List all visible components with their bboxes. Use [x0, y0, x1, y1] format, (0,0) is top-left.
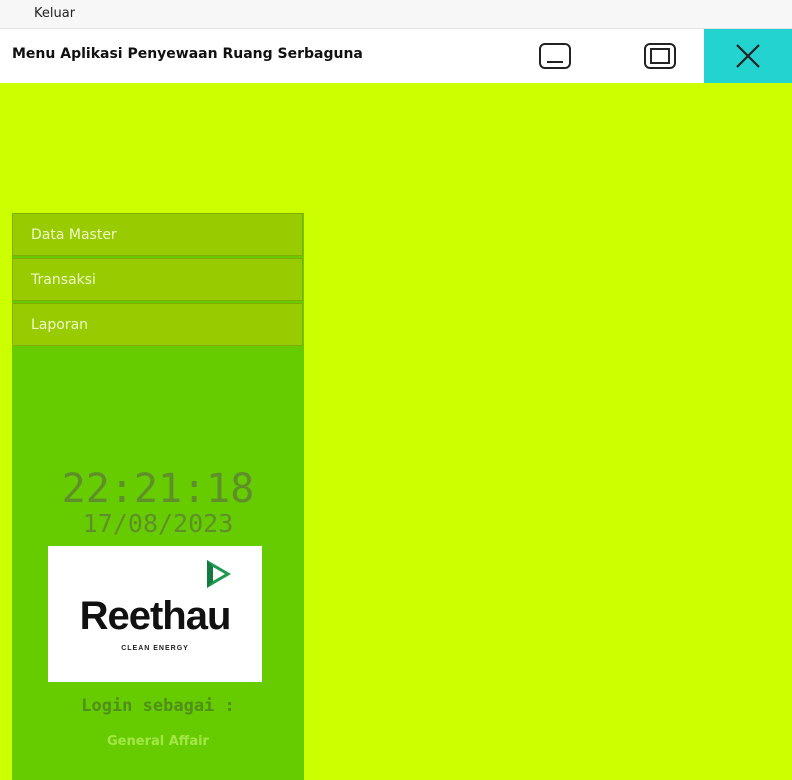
clock-time: 22:21:18 [61, 466, 255, 512]
close-button[interactable] [704, 29, 792, 83]
maximize-button[interactable] [620, 29, 700, 83]
login-user: General Affair [107, 734, 209, 749]
logo-wordmark: Reethau [79, 594, 232, 638]
maximize-icon [644, 43, 676, 69]
close-icon [736, 44, 760, 68]
nav-item-label: Data Master [31, 227, 117, 243]
login-label: Login sebagai : [81, 696, 235, 716]
nav-item-label: Transaksi [31, 272, 96, 288]
nav-item-laporan[interactable]: Laporan [12, 303, 303, 346]
nav-item-label: Laporan [31, 317, 89, 333]
logo-tagline: CLEAN ENERGY [121, 645, 189, 652]
window-title: Menu Aplikasi Penyewaan Ruang Serbaguna [12, 46, 363, 62]
main-area: Data Master Transaksi Laporan 22:21:18 1… [0, 83, 792, 780]
menu-bar: Keluar [0, 0, 792, 29]
nav-item-transaksi[interactable]: Transaksi [12, 258, 303, 301]
menu-keluar[interactable]: Keluar [34, 6, 75, 21]
company-logo: Reethau CLEAN ENERGY [48, 546, 262, 682]
nav-item-data-master[interactable]: Data Master [12, 213, 303, 256]
sidebar: Data Master Transaksi Laporan 22:21:18 1… [12, 213, 304, 780]
minimize-icon [539, 43, 571, 69]
clock-date: 17/08/2023 [82, 509, 234, 538]
minimize-button[interactable] [520, 29, 590, 83]
title-bar: Menu Aplikasi Penyewaan Ruang Serbaguna [0, 29, 792, 83]
play-arrow-icon [207, 560, 231, 588]
